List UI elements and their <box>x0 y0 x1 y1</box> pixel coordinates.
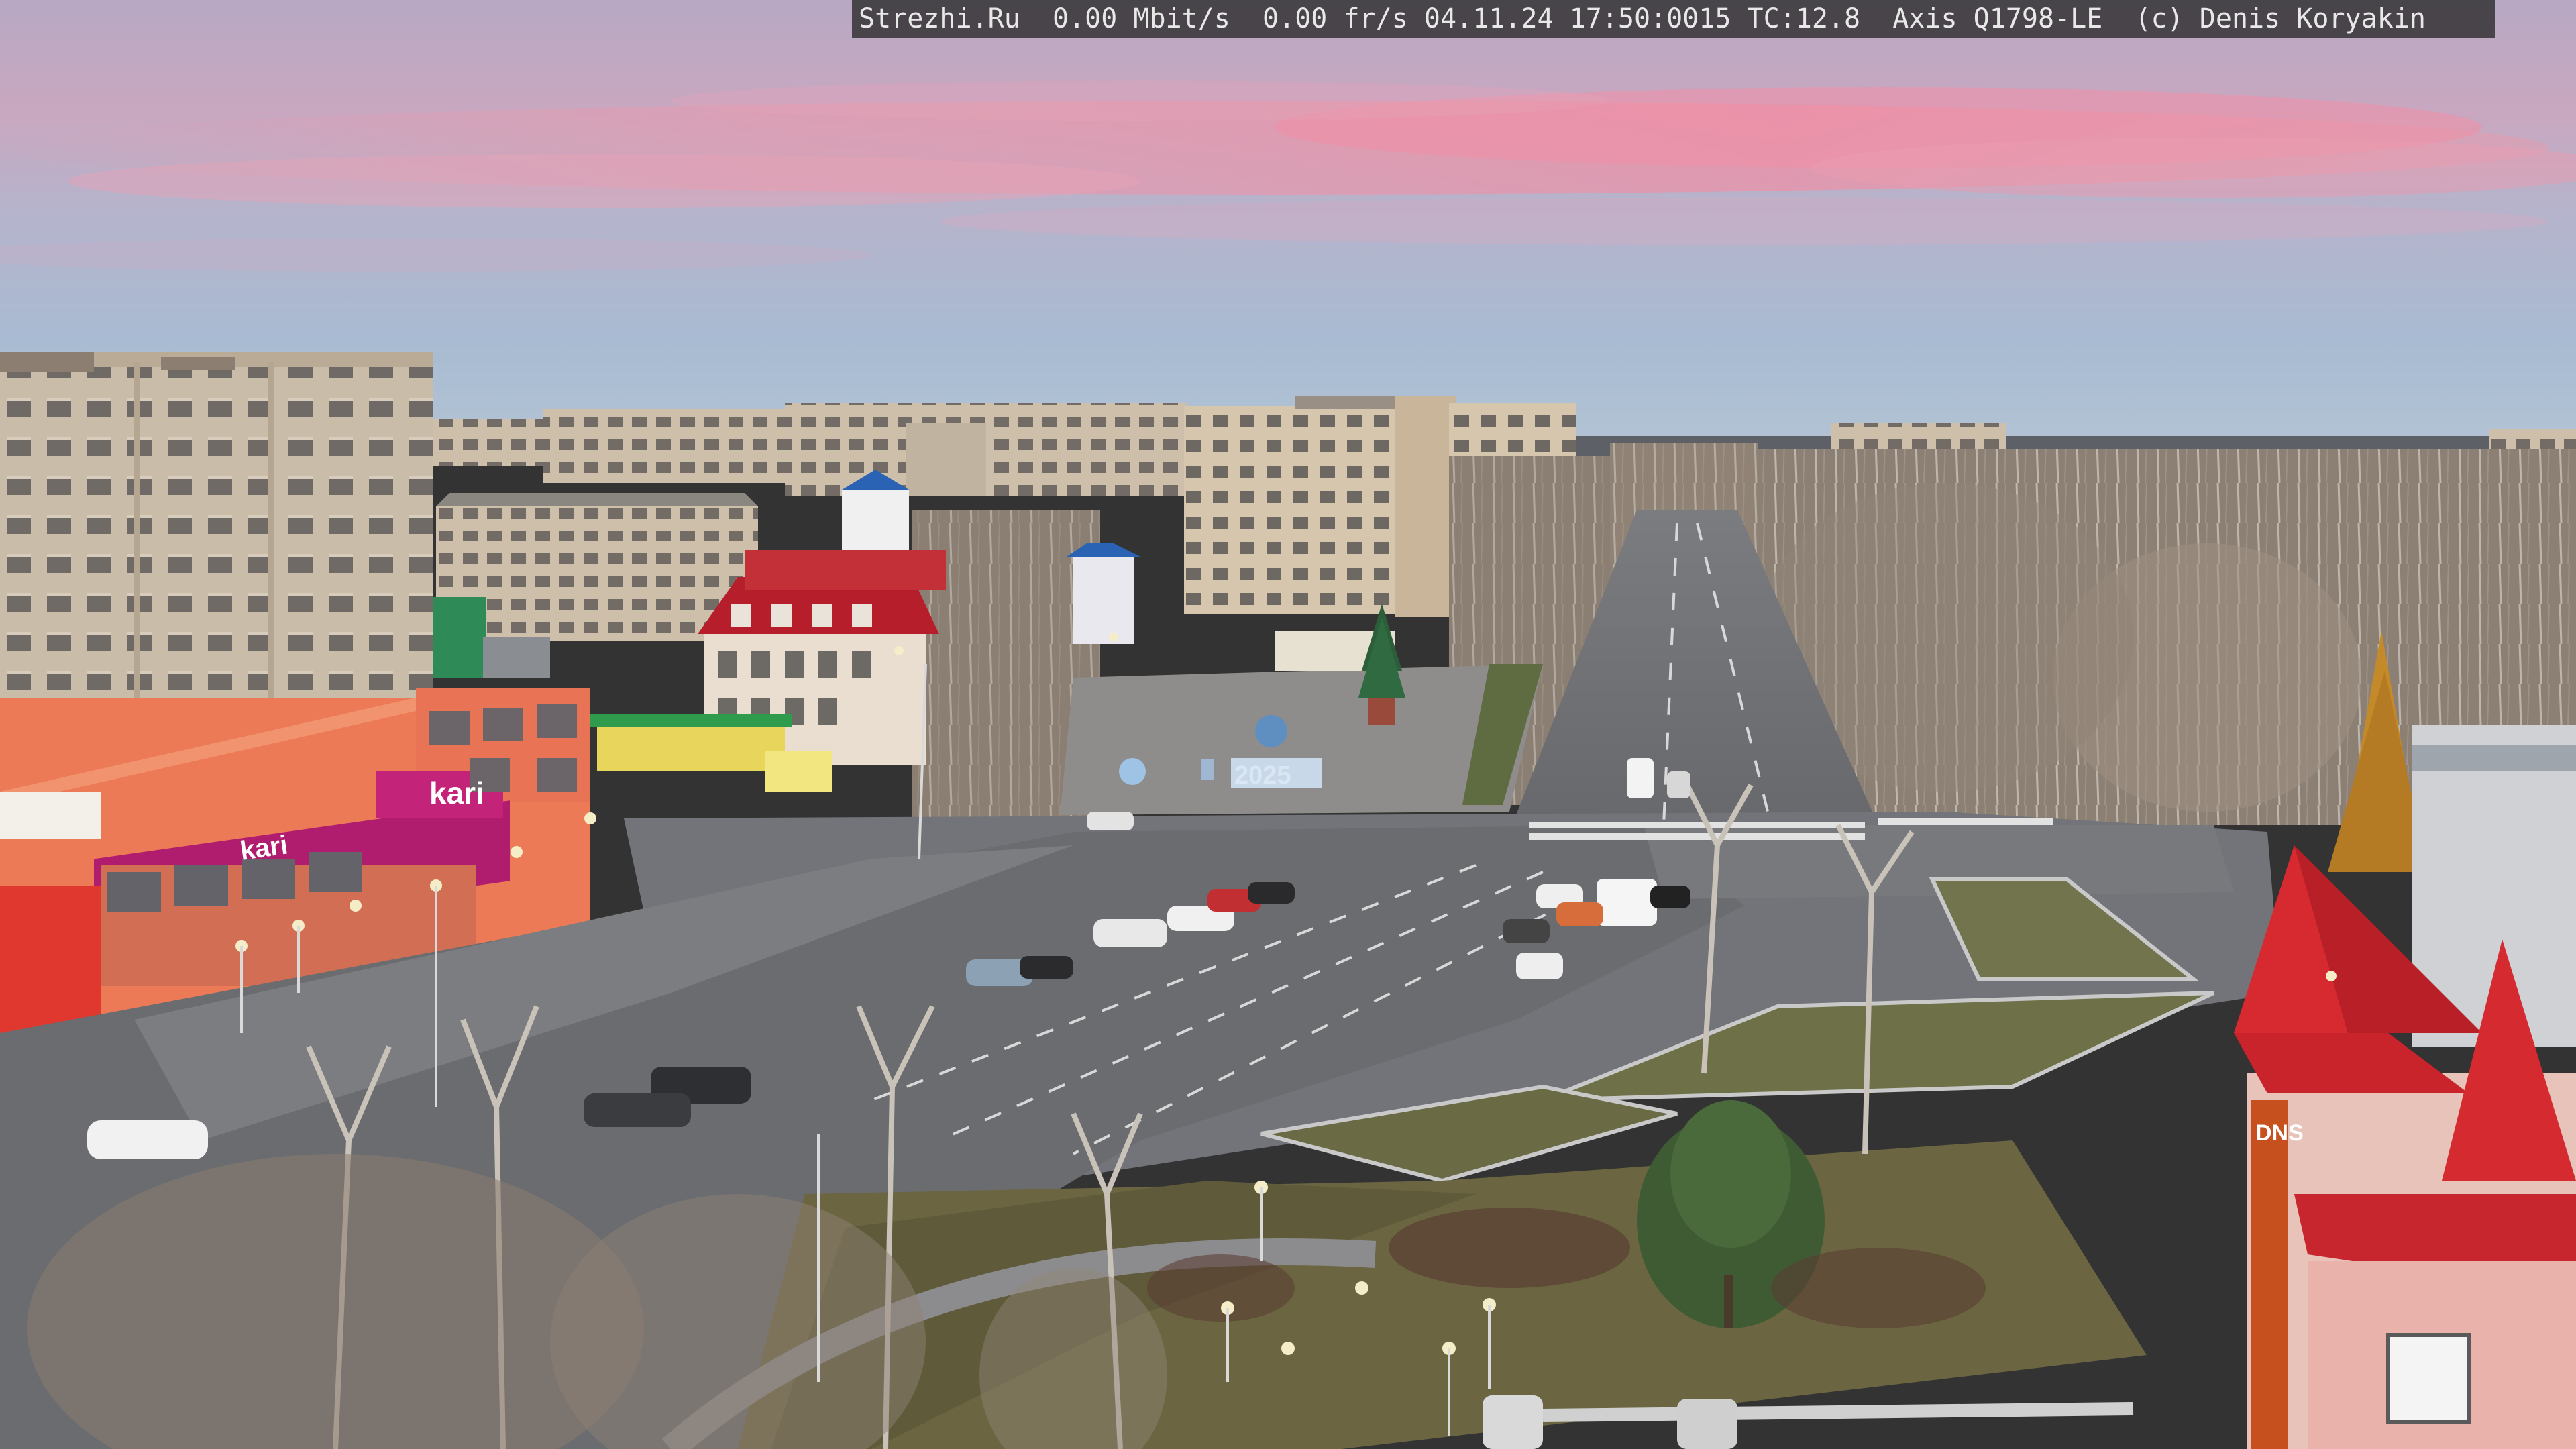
dns-sign: DNS <box>2255 1120 2304 1146</box>
camera-info-overlay: Strezhi.Ru 0.00 Mbit/s 0.00 fr/s 04.11.2… <box>852 0 2496 38</box>
year-sculpture-text: 2025 <box>1234 761 1291 790</box>
kari-sign-large: kari <box>429 775 484 810</box>
webcam-city-scene: kari kari DNS 2025 <box>0 0 2576 1449</box>
